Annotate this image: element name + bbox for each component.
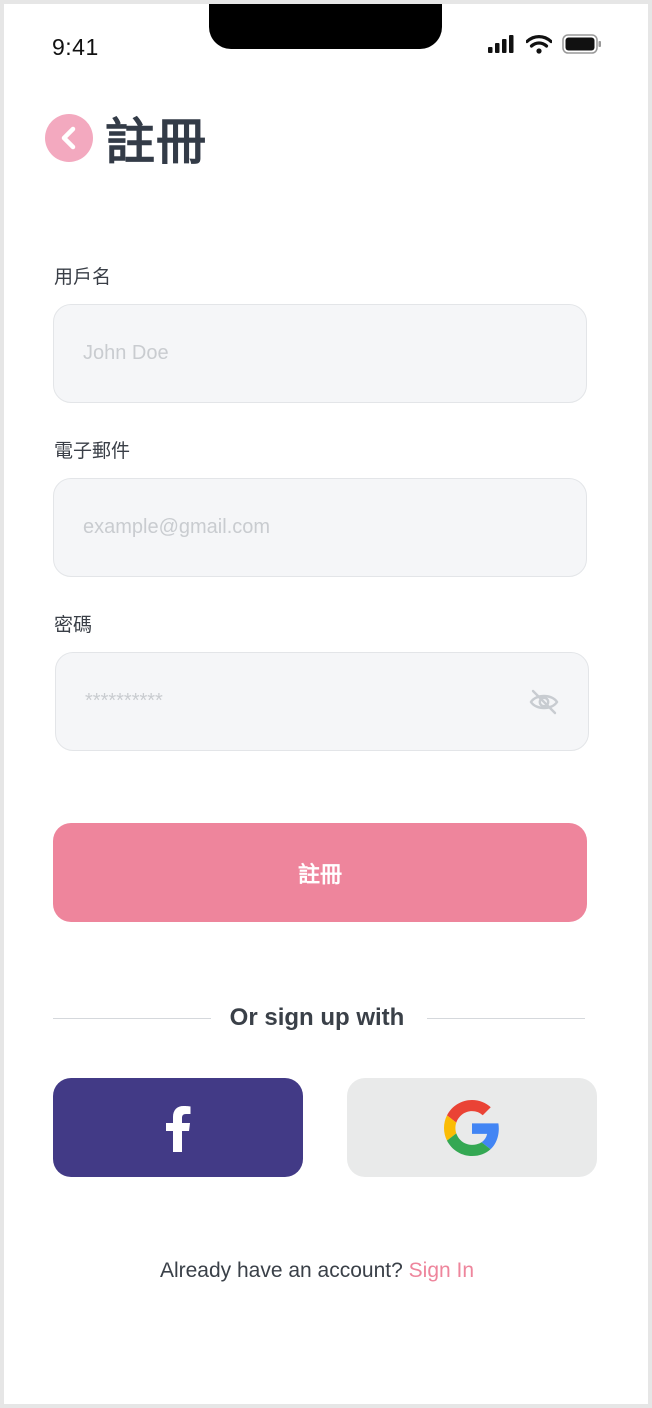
status-time: 9:41: [52, 34, 99, 60]
status-icons: [488, 34, 602, 54]
password-label: 密碼: [54, 615, 93, 636]
signal-icon: [488, 35, 514, 53]
signin-prompt-text: Already have an account?: [159, 1259, 403, 1282]
battery-icon: [562, 34, 601, 54]
header: 註冊: [45, 102, 207, 174]
email-field[interactable]: [53, 478, 587, 577]
google-signup-button[interactable]: [347, 1078, 597, 1177]
signup-screen: 9:41 註冊 用戶名 電子郵件: [4, 4, 648, 1404]
facebook-signup-button[interactable]: [53, 1078, 303, 1177]
email-label: 電子郵件: [54, 441, 131, 462]
google-icon: [444, 1099, 499, 1156]
chevron-left-icon: [61, 126, 76, 150]
page-title: 註冊: [105, 114, 207, 170]
signin-prompt: Already have an account? Sign In: [4, 1259, 630, 1283]
wifi-icon: [526, 34, 552, 54]
username-field[interactable]: [53, 304, 587, 403]
signup-button[interactable]: 註冊: [53, 823, 587, 922]
password-field[interactable]: [55, 652, 589, 751]
username-label: 用戶名: [54, 267, 112, 288]
device-notch: [209, 4, 442, 49]
username-input[interactable]: [83, 342, 503, 365]
facebook-icon: [166, 1105, 191, 1152]
eye-off-icon[interactable]: [528, 687, 560, 717]
password-input[interactable]: [85, 690, 505, 713]
back-button[interactable]: [45, 114, 93, 162]
signin-link[interactable]: Sign In: [409, 1259, 474, 1282]
divider-right: [427, 1018, 585, 1019]
email-input[interactable]: [83, 516, 503, 539]
